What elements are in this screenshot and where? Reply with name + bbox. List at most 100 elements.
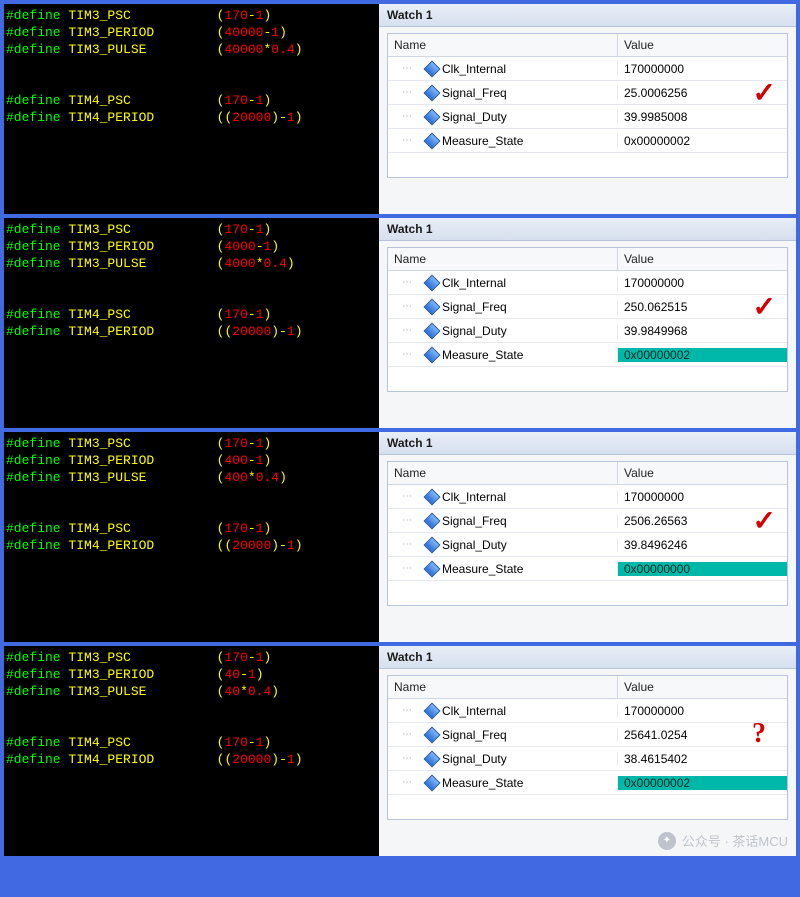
token-define: #define <box>6 93 61 108</box>
token-number: 170 <box>224 735 247 750</box>
watch-row[interactable]: ⋯Clk_Internal 170000000 <box>388 485 787 509</box>
watch-row[interactable]: ⋯Signal_Freq 25.0006256 <box>388 81 787 105</box>
watch-row[interactable]: ⋯Signal_Freq250.062515 <box>388 295 787 319</box>
col-value-header[interactable]: Value <box>618 34 787 56</box>
watch-row[interactable]: ⋯Signal_Freq2506.26563 <box>388 509 787 533</box>
token-op: - <box>279 324 287 339</box>
token-paren: ) <box>271 239 279 254</box>
cell-name[interactable]: ⋯Measure_State <box>388 134 618 148</box>
watch-pane: Watch 1 Name Value ⋯Clk_Internal17000000… <box>379 218 796 428</box>
variable-icon <box>424 702 441 719</box>
watch-row[interactable]: ⋯Signal_Freq25641.0254 <box>388 723 787 747</box>
variable-name: Measure_State <box>442 134 523 148</box>
token-op: * <box>256 256 264 271</box>
watch-row[interactable]: ⋯Measure_State 0x00000002 <box>388 129 787 153</box>
code-line <box>6 717 377 734</box>
code-line <box>6 503 377 520</box>
cell-name[interactable]: ⋯Signal_Freq <box>388 86 618 100</box>
variable-value: 170000000 <box>624 490 684 504</box>
token-number: 1 <box>271 25 279 40</box>
token-macro-name: TIM3_PERIOD <box>68 667 162 682</box>
cell-value[interactable]: 2506.26563 <box>618 514 787 528</box>
watch-row[interactable]: ⋯Signal_Duty39.9849968 <box>388 319 787 343</box>
token-number: 1 <box>287 324 295 339</box>
enter-expression-row[interactable] <box>388 795 787 819</box>
section-0: #define TIM3_PSC (170-1)#define TIM3_PER… <box>4 4 796 218</box>
cell-name[interactable]: ⋯Clk_Internal <box>388 704 618 718</box>
watch-row[interactable]: ⋯Measure_State0x00000002 <box>388 771 787 795</box>
cell-value[interactable]: 25.0006256 <box>618 86 787 100</box>
watch-row[interactable]: ⋯Signal_Duty38.4615402 <box>388 747 787 771</box>
enter-expression-row[interactable] <box>388 367 787 391</box>
cell-value[interactable]: 39.9849968 <box>618 324 787 338</box>
watch-row[interactable]: ⋯Measure_State0x00000000 <box>388 557 787 581</box>
token-number: 4000 <box>224 256 255 271</box>
col-name-header[interactable]: Name <box>388 462 618 484</box>
col-name-header[interactable]: Name <box>388 248 618 270</box>
cell-value[interactable]: 38.4615402 <box>618 752 787 766</box>
cell-value[interactable]: 0x00000002 <box>618 134 787 148</box>
token-number: 170 <box>224 436 247 451</box>
cell-name[interactable]: ⋯Measure_State <box>388 562 618 576</box>
token-define: #define <box>6 667 61 682</box>
watch-row[interactable]: ⋯Clk_Internal170000000 <box>388 271 787 295</box>
cell-name[interactable]: ⋯Signal_Freq <box>388 514 618 528</box>
watch-row[interactable]: ⋯Measure_State 0x00000002 <box>388 343 787 367</box>
cell-value[interactable]: 0x00000002 <box>618 348 787 362</box>
cell-value[interactable]: 0x00000000 <box>618 562 787 576</box>
cell-value[interactable]: 25641.0254 <box>618 728 787 742</box>
token-number: 1 <box>287 752 295 767</box>
cell-value[interactable]: 39.8496246 <box>618 538 787 552</box>
cell-name[interactable]: ⋯Signal_Freq <box>388 728 618 742</box>
token-number: 1 <box>256 307 264 322</box>
variable-value: 0x00000002 <box>624 348 690 362</box>
enter-expression-row[interactable] <box>388 581 787 605</box>
enter-expression-row[interactable] <box>388 153 787 177</box>
col-name-header[interactable]: Name <box>388 34 618 56</box>
variable-name: Signal_Duty <box>442 324 507 338</box>
cell-value[interactable]: 170000000 <box>618 490 787 504</box>
cell-name[interactable]: ⋯Signal_Freq <box>388 300 618 314</box>
cell-name[interactable]: ⋯Signal_Duty <box>388 324 618 338</box>
code-line: #define TIM3_PERIOD (4000-1) <box>6 238 377 255</box>
variable-value: 25.0006256 <box>624 86 687 100</box>
watermark: ✦ 公众号 · 茶话MCU <box>658 831 788 850</box>
watch-row[interactable]: ⋯Clk_Internal170000000 <box>388 57 787 81</box>
watermark-text: 公众号 · 茶话MCU <box>682 831 788 850</box>
cell-value[interactable]: 0x00000002 <box>618 776 787 790</box>
variable-value: 0x00000002 <box>624 134 690 148</box>
cell-name[interactable]: ⋯Signal_Duty <box>388 538 618 552</box>
cell-name[interactable]: ⋯Clk_Internal <box>388 490 618 504</box>
cell-value[interactable]: 170000000 <box>618 276 787 290</box>
cell-value[interactable]: 39.9985008 <box>618 110 787 124</box>
cell-name[interactable]: ⋯Signal_Duty <box>388 752 618 766</box>
variable-value: 170000000 <box>624 704 684 718</box>
cell-name[interactable]: ⋯Measure_State <box>388 348 618 362</box>
token-op: - <box>248 93 256 108</box>
cell-name[interactable]: ⋯Measure_State <box>388 776 618 790</box>
code-pane: #define TIM3_PSC (170-1)#define TIM3_PER… <box>4 4 379 214</box>
watch-row[interactable]: ⋯Signal_Duty39.9985008 <box>388 105 787 129</box>
token-number: 1 <box>256 650 264 665</box>
token-paren: ) <box>295 752 303 767</box>
cell-value[interactable]: 170000000 <box>618 62 787 76</box>
watch-title: Watch 1 <box>379 4 796 27</box>
variable-icon <box>424 536 441 553</box>
token-number: 1 <box>256 735 264 750</box>
code-line: #define TIM3_PULSE (40000*0.4) <box>6 41 377 58</box>
col-value-header[interactable]: Value <box>618 462 787 484</box>
code-pane: #define TIM3_PSC (170-1)#define TIM3_PER… <box>4 218 379 428</box>
cell-name[interactable]: ⋯Clk_Internal <box>388 62 618 76</box>
cell-name[interactable]: ⋯Clk_Internal <box>388 276 618 290</box>
col-value-header[interactable]: Value <box>618 248 787 270</box>
token-define: #define <box>6 538 61 553</box>
cell-value[interactable]: 170000000 <box>618 704 787 718</box>
watch-row[interactable]: ⋯Clk_Internal 170000000 <box>388 699 787 723</box>
variable-name: Measure_State <box>442 776 523 790</box>
cell-name[interactable]: ⋯Signal_Duty <box>388 110 618 124</box>
col-name-header[interactable]: Name <box>388 676 618 698</box>
cell-value[interactable]: 250.062515 <box>618 300 787 314</box>
watch-row[interactable]: ⋯Signal_Duty39.8496246 <box>388 533 787 557</box>
token-op: - <box>248 307 256 322</box>
col-value-header[interactable]: Value <box>618 676 787 698</box>
